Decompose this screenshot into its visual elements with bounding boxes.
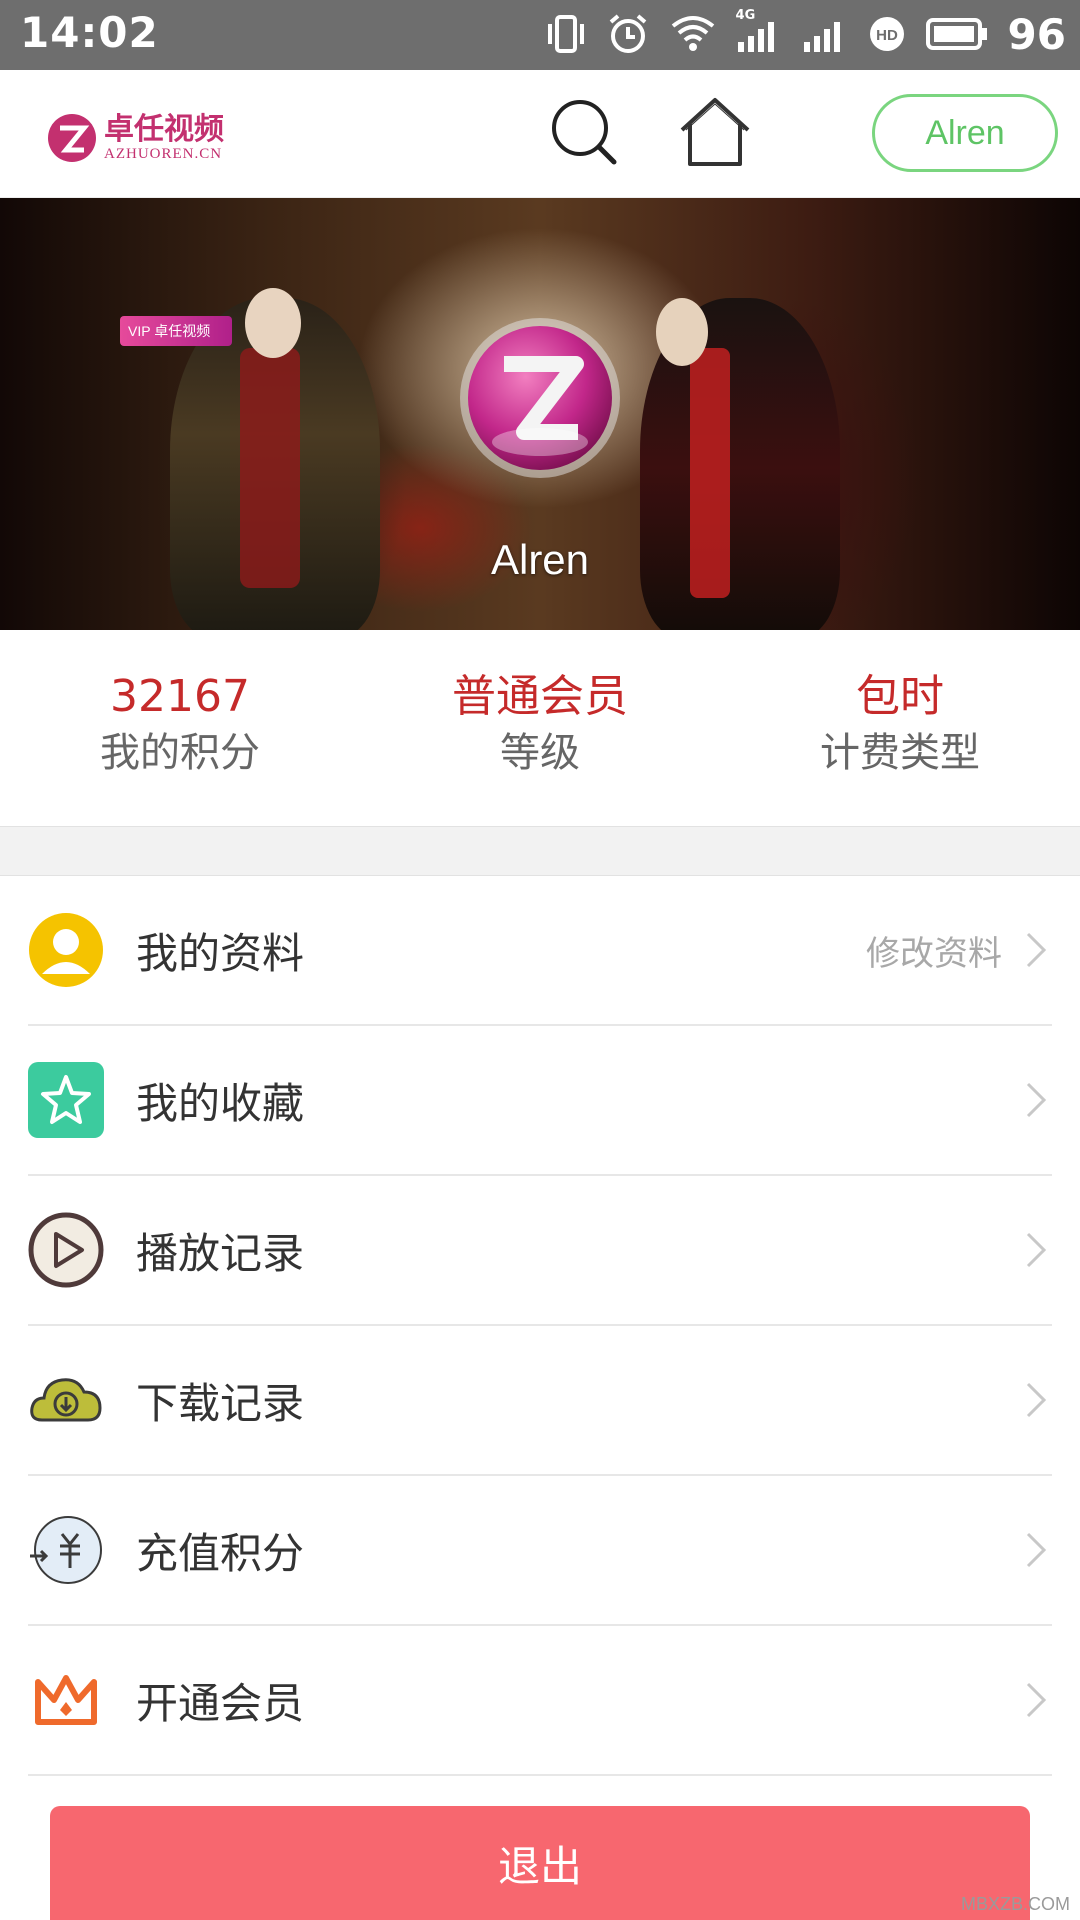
vip-tag: VIP 卓任视频 xyxy=(120,316,232,346)
menu-label: 开通会员 xyxy=(136,1678,305,1728)
stat-label: 我的积分 xyxy=(100,730,260,776)
status-time: 14:02 xyxy=(20,8,159,57)
menu-label: 我的资料 xyxy=(136,928,305,978)
logout-button[interactable]: 退出 xyxy=(50,1806,1030,1920)
stat-label: 计费类型 xyxy=(820,730,980,776)
banner-face-left xyxy=(245,288,301,358)
user-button[interactable]: Alren xyxy=(872,94,1058,172)
menu-item-favorites[interactable]: 我的收藏 xyxy=(28,1026,1052,1176)
profile-icon xyxy=(28,912,104,988)
alarm-icon xyxy=(606,12,650,56)
home-icon[interactable] xyxy=(676,94,754,170)
stat-level[interactable]: 普通会员 等级 xyxy=(360,630,720,826)
banner-face-right xyxy=(656,298,708,366)
battery-level: 96 xyxy=(1007,9,1066,59)
menu-label: 下载记录 xyxy=(136,1378,305,1428)
chevron-right-icon xyxy=(1026,1382,1047,1418)
signal-icon xyxy=(802,12,848,56)
app-header: 卓任视频 AZHUOREN.CN Alren xyxy=(0,70,1080,198)
menu-item-profile[interactable]: 我的资料 修改资料 xyxy=(28,876,1052,1026)
watermark: MBXZB.COM xyxy=(960,1894,1070,1914)
menu-item-membership[interactable]: 开通会员 xyxy=(28,1626,1052,1776)
account-menu: 我的资料 修改资料 我的收藏 播放记录 下载记录 充值积分 开通会员 xyxy=(0,876,1080,1776)
menu-label: 充值积分 xyxy=(136,1528,305,1578)
menu-item-download-history[interactable]: 下载记录 xyxy=(28,1326,1052,1476)
logo-text: 卓任视频 AZHUOREN.CN xyxy=(104,111,224,162)
stat-billing-type[interactable]: 包时 计费类型 xyxy=(720,630,1080,826)
crown-icon xyxy=(28,1662,104,1738)
svg-text:HD: HD xyxy=(876,27,898,44)
stat-value: 普通会员 xyxy=(452,671,628,722)
network-type-label: 4G xyxy=(735,8,756,23)
chevron-right-icon xyxy=(1026,1082,1047,1118)
menu-label: 我的收藏 xyxy=(136,1078,305,1128)
favorites-icon xyxy=(28,1062,104,1138)
edit-profile-link[interactable]: 修改资料 xyxy=(866,926,1002,975)
status-icons: 4G HD 96 xyxy=(546,8,1066,60)
chevron-right-icon xyxy=(1026,932,1047,968)
search-icon[interactable] xyxy=(548,96,620,168)
chevron-right-icon xyxy=(1026,1682,1047,1718)
status-bar: 14:02 4G HD 96 xyxy=(0,0,1080,70)
section-divider xyxy=(0,826,1080,876)
recharge-icon xyxy=(28,1512,104,1588)
chevron-right-icon xyxy=(1026,1532,1047,1568)
menu-item-play-history[interactable]: 播放记录 xyxy=(28,1176,1052,1326)
download-icon xyxy=(28,1362,104,1438)
battery-icon xyxy=(925,12,988,56)
stats-row: 32167 我的积分 普通会员 等级 包时 计费类型 xyxy=(0,630,1080,826)
play-history-icon xyxy=(28,1212,104,1288)
signal-4g-icon: 4G xyxy=(736,8,782,56)
menu-label: 播放记录 xyxy=(136,1228,305,1278)
hd-icon: HD xyxy=(868,12,906,56)
logo-mark-icon xyxy=(48,114,96,162)
stat-label: 等级 xyxy=(500,730,580,776)
wifi-icon xyxy=(670,12,716,56)
banner-username: Alren xyxy=(490,536,590,583)
avatar[interactable] xyxy=(458,316,622,480)
logo-subtitle: AZHUOREN.CN xyxy=(104,145,223,162)
vibrate-icon xyxy=(546,12,586,56)
stat-value: 包时 xyxy=(856,671,944,722)
stat-value: 32167 xyxy=(110,671,250,722)
stat-points[interactable]: 32167 我的积分 xyxy=(0,630,360,826)
profile-banner: VIP 卓任视频 Alren xyxy=(0,198,1080,630)
logo-title: 卓任视频 xyxy=(104,111,224,147)
menu-item-recharge[interactable]: 充值积分 xyxy=(28,1476,1052,1626)
app-logo[interactable]: 卓任视频 AZHUOREN.CN xyxy=(46,112,224,164)
chevron-right-icon xyxy=(1026,1232,1047,1268)
